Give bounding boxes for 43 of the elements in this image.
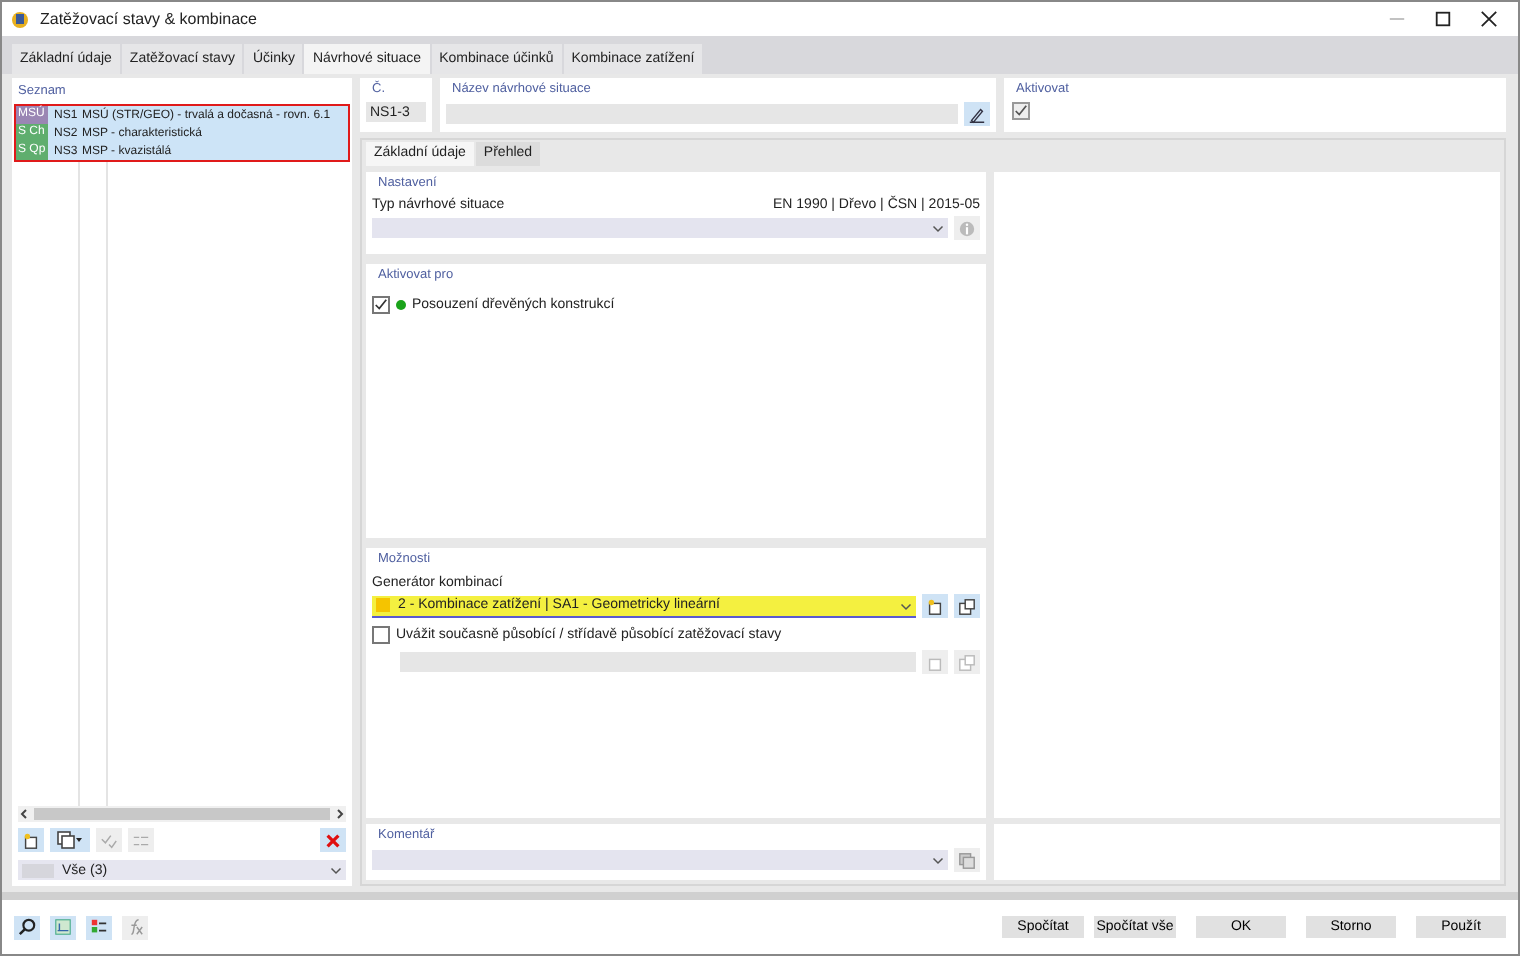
- chevron-down-icon: [330, 864, 342, 876]
- new-icon: [926, 597, 944, 615]
- chevron-down-icon: [932, 222, 944, 234]
- pen-icon: [968, 105, 986, 123]
- copy-button[interactable]: [50, 828, 90, 852]
- new-icon: [22, 831, 40, 849]
- new-item-button[interactable]: [18, 828, 44, 852]
- info-icon: [958, 219, 976, 237]
- maximize-icon[interactable]: [1434, 10, 1452, 28]
- edit-button[interactable]: [964, 102, 990, 126]
- search-button[interactable]: [14, 915, 40, 939]
- delete-button[interactable]: [320, 828, 346, 852]
- app-icon: [10, 9, 30, 29]
- copy-icon: [958, 851, 976, 869]
- edit-list-button[interactable]: [954, 594, 980, 618]
- check-button[interactable]: [96, 828, 122, 852]
- windows-icon: [958, 653, 976, 671]
- search-icon: [18, 918, 36, 936]
- color-settings-button[interactable]: [86, 915, 112, 939]
- formula-button[interactable]: [122, 915, 148, 939]
- copy-icon: [56, 830, 84, 850]
- new-button[interactable]: [922, 594, 948, 618]
- uncheck-button[interactable]: [128, 828, 154, 852]
- delete-icon: [324, 831, 342, 849]
- units-icon: [54, 918, 72, 936]
- horizontal-scrollbar[interactable]: [18, 806, 346, 822]
- legend-icon: [90, 918, 108, 936]
- activate-checkbox[interactable]: [1012, 102, 1030, 120]
- windows-icon: [958, 597, 976, 615]
- function-icon: [126, 918, 144, 936]
- chevron-down-icon: [932, 854, 944, 866]
- lines-icon: [132, 831, 150, 849]
- checkbox[interactable]: [372, 626, 390, 644]
- checkbox[interactable]: [372, 296, 390, 314]
- name-field[interactable]: [446, 104, 958, 124]
- close-icon[interactable]: [1480, 10, 1498, 28]
- scroll-right-icon[interactable]: [334, 808, 346, 820]
- scroll-left-icon[interactable]: [18, 808, 30, 820]
- units-button[interactable]: [50, 915, 76, 939]
- chevron-down-icon: [900, 599, 912, 611]
- new-icon: [926, 653, 944, 671]
- check-icon: [100, 831, 118, 849]
- window-title: Zatěžovací stavy & kombinace: [40, 10, 257, 28]
